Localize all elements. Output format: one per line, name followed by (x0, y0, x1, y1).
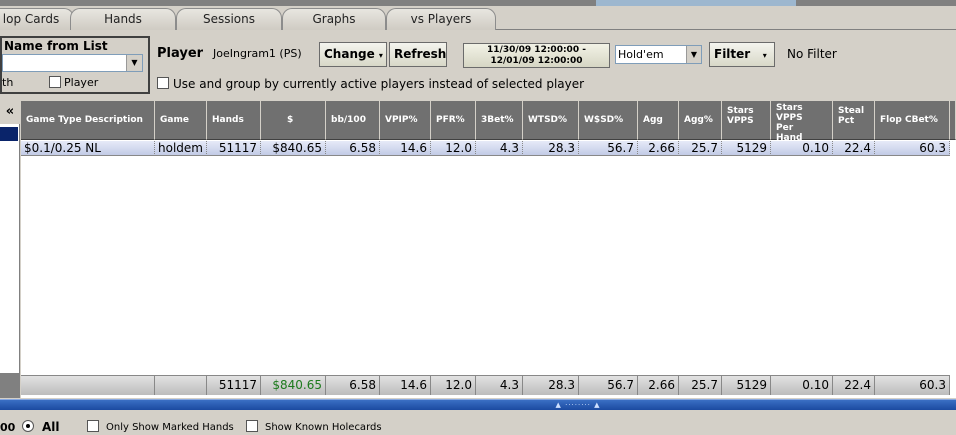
table-cell[interactable]: holdem (155, 141, 207, 156)
tab-vs-players[interactable]: vs Players (386, 8, 496, 30)
chevron-down-icon[interactable]: ▼ (126, 55, 142, 71)
all-radio-label: All (42, 420, 60, 434)
marked-hands-checkbox[interactable] (87, 420, 99, 432)
change-button[interactable]: Change ▾ (319, 42, 387, 67)
column-header-pfr[interactable]: PFR% (431, 101, 476, 140)
refresh-button[interactable]: Refresh (389, 42, 447, 67)
column-header-game-type[interactable]: Game Type Description (21, 101, 155, 140)
chevron-down-icon[interactable]: ▼ (686, 46, 701, 63)
table-cell[interactable]: 5129 (722, 141, 771, 156)
column-header-agg-pct[interactable]: Agg% (679, 101, 722, 140)
column-header-wsd[interactable]: W$SD% (579, 101, 638, 140)
group-active-players-label: Use and group by currently active player… (173, 77, 585, 91)
grid-row-gutter: « (0, 101, 20, 398)
filter-button[interactable]: Filter ▾ (709, 42, 775, 67)
totals-cell: 14.6 (380, 375, 431, 395)
totals-cell: 28.3 (523, 375, 579, 395)
gutter-footer (0, 373, 20, 398)
collapse-panel-icon[interactable]: « (0, 101, 20, 124)
tab-hands[interactable]: Hands (70, 8, 176, 30)
player-checkbox[interactable] (49, 76, 61, 88)
totals-cell: 5129 (722, 375, 771, 395)
table-cell[interactable]: 60.3 (875, 141, 950, 156)
table-cell[interactable]: 4.3 (476, 141, 523, 156)
table-cell[interactable]: $0.1/0.25 NL (21, 141, 155, 156)
column-header-dollars[interactable]: $ (261, 101, 326, 140)
chevron-down-icon: ▾ (378, 51, 383, 60)
table-cell[interactable]: 25.7 (679, 141, 722, 156)
known-holecards-checkbox[interactable] (246, 420, 258, 432)
date-to: 12/01/09 12:00:00 (490, 56, 583, 66)
tab-flop-cards[interactable]: lop Cards (0, 8, 74, 30)
table-cell[interactable]: 28.3 (523, 141, 579, 156)
totals-cell: 6.58 (326, 375, 380, 395)
player-list-combo[interactable]: ▼ (2, 54, 143, 72)
table-cell[interactable]: $840.65 (261, 141, 326, 156)
table-cell[interactable]: 22.4 (833, 141, 875, 156)
totals-cell: 51117 (207, 375, 261, 395)
table-cell[interactable]: 6.58 (326, 141, 380, 156)
player-list-panel: Name from List ▼ th Player (0, 36, 150, 94)
column-header-stars-vpps[interactable]: Stars VPPS (722, 101, 771, 140)
column-header-vpip[interactable]: VPIP% (380, 101, 431, 140)
column-header-overflow (950, 101, 956, 140)
group-active-players-checkbox[interactable] (157, 77, 169, 89)
totals-cell (21, 375, 155, 395)
totals-cell: 0.10 (771, 375, 833, 395)
game-type-select[interactable]: Hold'em ▼ (615, 45, 702, 64)
table-cell[interactable]: 51117 (207, 141, 261, 156)
totals-cell: $840.65 (261, 375, 326, 395)
table-cell[interactable]: 56.7 (579, 141, 638, 156)
column-header-game[interactable]: Game (155, 101, 207, 140)
totals-cell (155, 375, 207, 395)
column-header-wtsd[interactable]: WTSD% (523, 101, 579, 140)
totals-cell: 2.66 (638, 375, 679, 395)
totals-cell: 56.7 (579, 375, 638, 395)
tab-sessions[interactable]: Sessions (176, 8, 282, 30)
all-radio[interactable] (22, 420, 34, 432)
date-range-button[interactable]: 11/30/09 12:00:00 - 12/01/09 12:00:00 (463, 43, 610, 68)
column-header-stars-vpps-per-hand[interactable]: Stars VPPS Per Hand (771, 101, 833, 143)
column-header-hands[interactable]: Hands (207, 101, 261, 140)
table-cell[interactable]: 2.66 (638, 141, 679, 156)
stats-grid: Game Type Description Game Hands $ bb/10… (21, 101, 956, 398)
chevron-down-icon: ▾ (762, 51, 767, 60)
table-cell[interactable]: 12.0 (431, 141, 476, 156)
panel-title: Name from List (4, 39, 108, 53)
totals-cell: 22.4 (833, 375, 875, 395)
tab-bar: lop Cards Hands Sessions Graphs vs Playe… (0, 6, 956, 30)
date-from: 11/30/09 12:00:00 - (487, 45, 586, 55)
totals-cell: 25.7 (679, 375, 722, 395)
player-checkbox-label: Player (64, 76, 99, 89)
column-header-steal-pct[interactable]: Steal Pct (833, 101, 875, 140)
bottom-left-fragment: 00 (0, 421, 16, 434)
player-name: JoeIngram1 (PS) (213, 47, 302, 60)
fragment-label: th (2, 76, 14, 89)
column-header-bb100[interactable]: bb/100 (326, 101, 380, 140)
totals-cell: 60.3 (875, 375, 950, 395)
column-header-3bet[interactable]: 3Bet% (476, 101, 523, 140)
totals-cell: 12.0 (431, 375, 476, 395)
totals-cell: 4.3 (476, 375, 523, 395)
tab-graphs[interactable]: Graphs (282, 8, 386, 30)
table-cell[interactable]: 0.10 (771, 141, 833, 156)
column-header-agg[interactable]: Agg (638, 101, 679, 140)
splitter-grip-icon[interactable]: ▲ ········ ▲ (543, 401, 613, 409)
column-header-flop-cbet[interactable]: Flop CBet% (875, 101, 950, 140)
table-cell[interactable]: 14.6 (380, 141, 431, 156)
player-label: Player (157, 46, 204, 61)
panel-splitter[interactable]: ▲ ········ ▲ (0, 399, 956, 410)
marked-hands-label: Only Show Marked Hands (106, 422, 234, 433)
known-holecards-label: Show Known Holecards (265, 422, 382, 433)
filter-status: No Filter (787, 47, 837, 61)
row-selector[interactable] (0, 127, 18, 141)
bottom-filter-bar: 00 All Only Show Marked Hands Show Known… (0, 410, 956, 435)
